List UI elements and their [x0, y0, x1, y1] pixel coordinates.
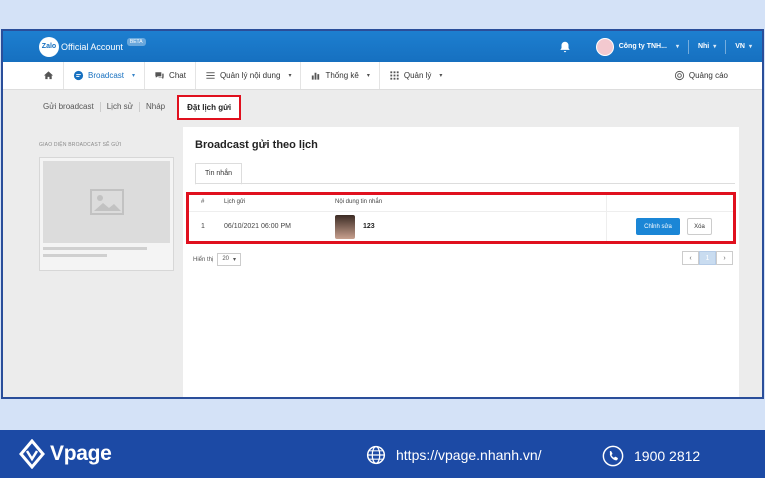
page-size-select[interactable]: 20 ▾ — [217, 253, 242, 266]
chat-bubble-icon — [73, 70, 84, 81]
chevron-down-icon: ▾ — [233, 257, 237, 263]
vpage-logo: Vpage — [18, 439, 112, 469]
row-index: 1 — [201, 223, 205, 230]
page-title: Broadcast gửi theo lịch — [195, 139, 318, 151]
nav-chat[interactable]: Chat — [145, 62, 196, 89]
home-icon — [43, 71, 54, 80]
vpage-logo-icon — [19, 439, 45, 469]
tab-send-broadcast[interactable]: Gửi broadcast — [37, 102, 101, 112]
tab-messages[interactable]: Tin nhắn — [195, 163, 242, 185]
nav-stats[interactable]: Thống kê ▾ — [301, 62, 380, 89]
nav-label: Chat — [169, 71, 186, 80]
preview-text-line — [43, 247, 147, 250]
chevron-down-icon: ▾ — [132, 73, 136, 79]
nav-content[interactable]: Quản lý nội dung ▾ — [196, 62, 302, 89]
preview-image — [43, 161, 170, 243]
target-icon — [674, 70, 684, 81]
schedule-table: # Lịch gửi Nội dung tin nhắn 1 06/10/202… — [186, 192, 736, 244]
list-icon — [206, 72, 215, 79]
messages-icon — [155, 72, 164, 80]
delete-button[interactable]: Xóa — [687, 218, 712, 235]
chevron-down-icon: ▾ — [713, 44, 717, 50]
message-thumbnail — [335, 215, 355, 239]
user-name: Nhi — [697, 43, 710, 50]
preview-card — [39, 157, 174, 271]
chevron-down-icon: ▾ — [439, 73, 443, 79]
page-size-control: Hiển thị 20 ▾ — [193, 253, 242, 266]
row-schedule: 06/10/2021 06:00 PM — [224, 223, 291, 230]
page-size-label: Hiển thị — [193, 256, 214, 263]
chevron-down-icon: ▾ — [366, 73, 370, 79]
bell-icon[interactable] — [558, 40, 572, 54]
tab-drafts[interactable]: Nháp — [140, 102, 171, 112]
image-placeholder-icon — [89, 189, 124, 215]
phone-number: 1900 2812 — [634, 448, 701, 464]
nav-broadcast[interactable]: Broadcast ▾ — [64, 62, 146, 89]
app-title: Official Account — [61, 41, 123, 52]
brand-name: Vpage — [50, 442, 112, 465]
nav-ads[interactable]: Quảng cáo — [674, 70, 728, 81]
current-page[interactable]: 1 — [699, 251, 716, 265]
page-size-value: 20 — [222, 256, 230, 262]
column-divider — [606, 195, 607, 241]
tab-history[interactable]: Lịch sử — [101, 102, 140, 112]
column-header: Nội dung tin nhắn — [335, 199, 383, 205]
nav-label: Quản lý — [403, 71, 432, 80]
column-header: Lịch gửi — [224, 199, 246, 205]
phone-icon — [602, 445, 624, 467]
company-avatar — [595, 37, 614, 56]
nav-label: Quản lý nội dung — [219, 71, 281, 80]
next-page-button[interactable]: › — [716, 251, 733, 265]
app-window: Zalo Official Account BETA Công ty TNH..… — [1, 29, 764, 399]
tab-divider — [195, 183, 735, 184]
app-logo[interactable]: Zalo Official Account BETA — [39, 36, 146, 57]
top-bar: Zalo Official Account BETA Công ty TNH..… — [3, 31, 762, 62]
grid-icon — [390, 71, 399, 80]
preview-title: GIAO DIỆN BROADCAST SẼ GỬI — [39, 142, 122, 148]
ads-label: Quảng cáo — [688, 71, 728, 80]
divider — [725, 39, 727, 54]
website-url: https://vpage.nhanh.vn/ — [396, 447, 542, 463]
company-selector[interactable]: Công ty TNH... ▾ — [595, 37, 679, 56]
preview-panel: GIAO DIỆN BROADCAST SẼ GỬI — [29, 127, 179, 397]
row-content[interactable]: 123 — [363, 223, 375, 230]
hotline[interactable]: 1900 2812 — [602, 445, 700, 467]
nav-home[interactable] — [39, 62, 64, 89]
chevron-down-icon: ▾ — [748, 44, 752, 50]
globe-icon — [366, 445, 386, 465]
user-menu[interactable]: Nhi ▾ — [698, 43, 716, 50]
chevron-down-icon: ▾ — [288, 73, 292, 79]
prev-page-button[interactable]: ‹ — [682, 251, 699, 265]
nav-label: Thống kê — [325, 71, 359, 80]
column-header: # — [201, 199, 205, 205]
scheduled-broadcast-panel: Broadcast gửi theo lịch Tin nhắn # Lịch … — [183, 127, 739, 397]
chevron-down-icon: ▾ — [675, 44, 679, 50]
language-selector[interactable]: VN ▾ — [735, 43, 752, 50]
edit-button[interactable]: Chỉnh sửa — [636, 218, 680, 235]
header-divider — [189, 211, 733, 212]
beta-badge: BETA — [126, 37, 146, 46]
preview-text-line — [43, 254, 107, 257]
bar-chart-icon — [312, 72, 320, 80]
tab-schedule[interactable]: Đặt lịch gửi — [177, 94, 242, 120]
language-label: VN — [735, 43, 745, 50]
main-nav: Broadcast ▾ Chat Quản lý nội dung ▾ Thốn… — [3, 62, 762, 90]
zalo-logo: Zalo — [39, 36, 59, 57]
nav-manage[interactable]: Quản lý ▾ — [380, 62, 452, 89]
nav-label: Broadcast — [88, 71, 125, 80]
company-name: Công ty TNH... — [618, 43, 667, 50]
website[interactable]: https://vpage.nhanh.vn/ — [366, 445, 542, 465]
footer-bar: Vpage https://vpage.nhanh.vn/ 1900 2812 — [0, 430, 765, 478]
pagination: ‹ 1 › — [682, 251, 733, 265]
broadcast-subtabs: Gửi broadcast Lịch sử Nháp Đặt lịch gửi — [3, 90, 762, 124]
divider — [687, 39, 689, 54]
